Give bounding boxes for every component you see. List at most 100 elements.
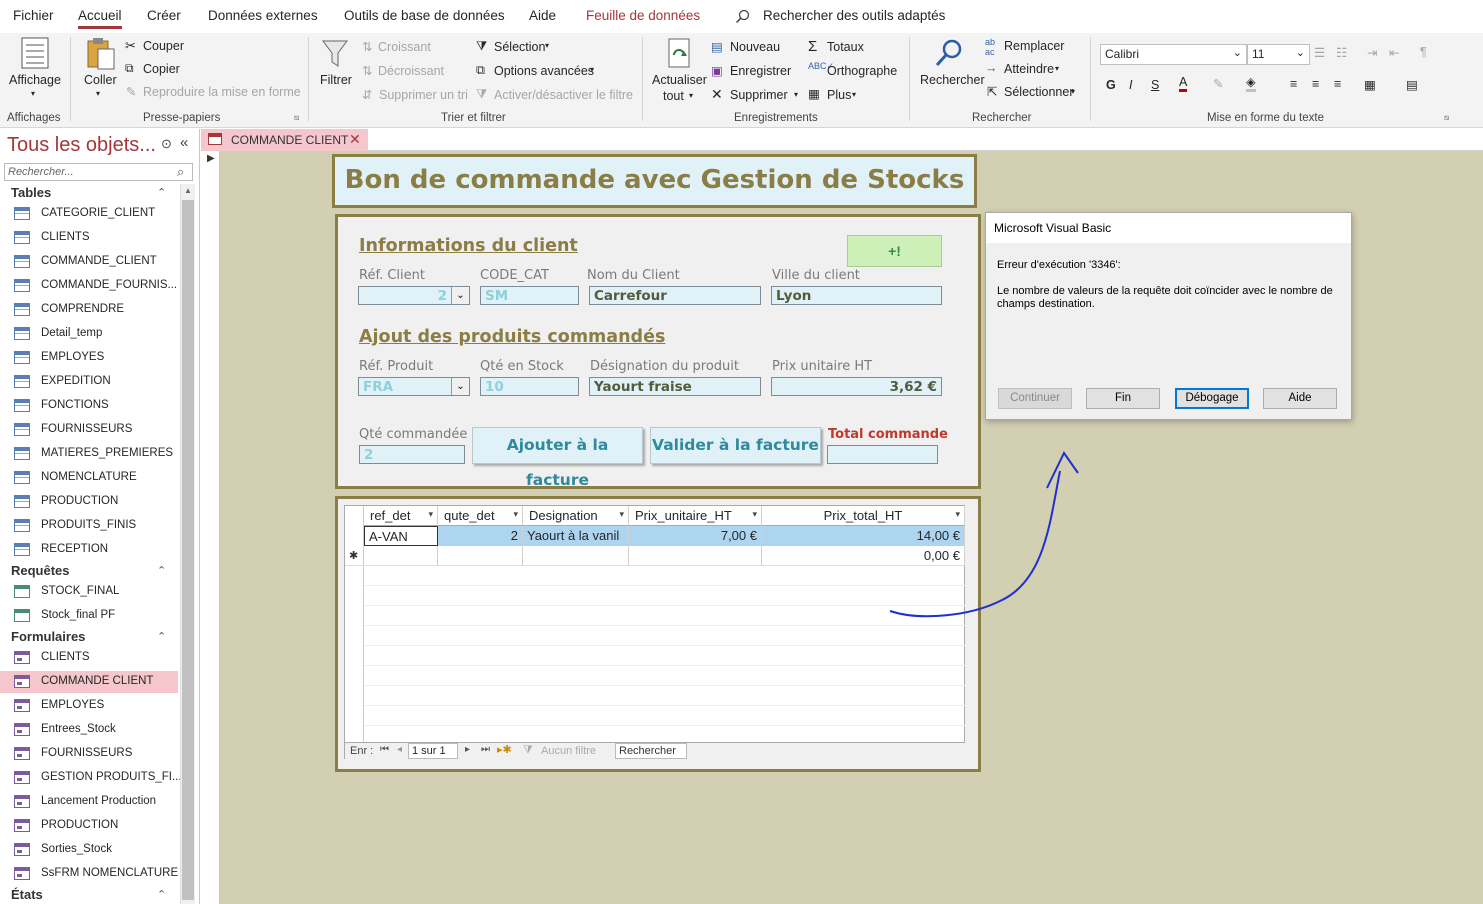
nav-item[interactable]: RECEPTION — [0, 539, 178, 561]
table-cell[interactable] — [364, 546, 438, 566]
indent-icon[interactable]: ⇥ — [1367, 45, 1377, 60]
designation-field[interactable]: Yaourt fraise — [589, 377, 761, 396]
qte-stock-field[interactable]: 10 — [480, 377, 579, 396]
font-size-select[interactable]: 11 ⌄ — [1247, 44, 1310, 65]
nav-item[interactable]: Sorties_Stock — [0, 839, 178, 861]
nav-item[interactable]: COMPRENDRE — [0, 299, 178, 321]
prix-field[interactable]: 3,62 € — [771, 377, 942, 396]
nav-item[interactable]: CATEGORIE_CLIENT — [0, 203, 178, 225]
menu-creer[interactable]: Créer — [147, 8, 181, 23]
debogage-button[interactable]: Débogage — [1175, 388, 1249, 409]
next-record-icon[interactable]: ▸ — [465, 744, 470, 755]
tab-commande-client[interactable]: COMMANDE CLIENT ✕ — [201, 129, 368, 151]
ville-field[interactable]: Lyon — [771, 286, 942, 305]
plus-button[interactable]: Plus — [827, 88, 851, 102]
menu-accueil[interactable]: Accueil — [78, 8, 122, 29]
aide-button[interactable]: Aide — [1263, 388, 1337, 409]
outdent-icon[interactable]: ⇤ — [1389, 45, 1399, 60]
tell-me-search[interactable]: Rechercher des outils adaptés — [763, 8, 945, 23]
menu-feuille-donnees[interactable]: Feuille de données — [586, 8, 700, 23]
affichage-button[interactable]: Affichage — [9, 73, 61, 87]
nav-item[interactable]: PRODUCTION — [0, 491, 178, 513]
croissant-button[interactable]: Croissant — [378, 40, 431, 54]
section-requetes[interactable]: Requêtes — [11, 563, 70, 578]
table-cell[interactable]: A-VAN — [364, 526, 438, 546]
collapse-section-icon[interactable]: ⌃ — [157, 186, 166, 199]
close-tab-icon[interactable]: ✕ — [349, 131, 361, 148]
dialog-launcher-icon[interactable]: ⧅ — [1444, 113, 1449, 123]
no-filter-label[interactable]: Aucun filtre — [541, 745, 596, 757]
datasheet-search-input[interactable]: Rechercher — [615, 743, 687, 759]
nav-menu-icon[interactable]: ⊙ — [161, 136, 172, 152]
dialog-titlebar[interactable]: Microsoft Visual Basic — [986, 213, 1351, 243]
table-cell[interactable]: Yaourt à la vanil — [523, 526, 629, 546]
nav-search-input[interactable]: Rechercher... ⌕ — [4, 163, 193, 181]
activer-filtre-button[interactable]: Activer/désactiver le filtre — [494, 88, 633, 102]
options-avancees-button[interactable]: Options avancées — [494, 64, 594, 78]
continuer-button[interactable]: Continuer — [998, 388, 1072, 409]
nav-scrollbar[interactable]: ▲ — [180, 184, 195, 904]
rechercher-button[interactable]: Rechercher — [920, 73, 985, 87]
nouveau-button[interactable]: Nouveau — [730, 40, 780, 54]
nav-item[interactable]: Detail_temp — [0, 323, 178, 345]
actualiser-tout-label[interactable]: tout — [663, 89, 684, 103]
collapse-pane-icon[interactable]: « — [180, 134, 188, 151]
column-header[interactable]: Prix_unitaire_HT ▾ — [629, 506, 762, 526]
column-filter-icon[interactable]: ▾ — [428, 509, 433, 520]
ref-produit-combo[interactable]: FRA ⌄ — [358, 377, 470, 396]
new-record-row[interactable]: ✱ 0,00 € — [345, 546, 965, 566]
menu-donnees-externes[interactable]: Données externes — [208, 8, 318, 23]
nav-item[interactable]: FONCTIONS — [0, 395, 178, 417]
nav-item[interactable]: NOMENCLATURE — [0, 467, 178, 489]
selectionner-button[interactable]: Sélectionner — [1004, 85, 1074, 99]
column-filter-icon[interactable]: ▾ — [619, 509, 624, 520]
reproduire-button[interactable]: Reproduire la mise en forme — [143, 85, 301, 99]
font-name-select[interactable]: Calibri ⌄ — [1100, 44, 1247, 65]
qte-cmd-field[interactable]: 2 — [359, 445, 465, 464]
column-header[interactable]: Designation ▾ — [523, 506, 629, 526]
nav-item[interactable]: FOURNISSEURS — [0, 419, 178, 441]
column-filter-icon[interactable]: ▾ — [513, 509, 518, 520]
table-cell[interactable] — [438, 546, 523, 566]
align-center-icon[interactable]: ≡ — [1312, 77, 1319, 91]
nav-item[interactable]: EXPEDITION — [0, 371, 178, 393]
nav-item[interactable]: STOCK_FINAL — [0, 581, 178, 603]
collapse-section-icon[interactable]: ⌃ — [157, 630, 166, 643]
table-row[interactable]: A-VAN 2 Yaourt à la vanil 7,00 €14,00 € — [345, 526, 965, 546]
nav-item[interactable]: PRODUITS_FINIS — [0, 515, 178, 537]
paragraph-direction-icon[interactable]: ¶ — [1420, 45, 1427, 59]
new-record-icon[interactable]: ▸✱ — [497, 743, 512, 756]
valider-facture-button[interactable]: Valider à la facture — [650, 427, 821, 464]
chevron-down-icon[interactable]: ⌄ — [451, 378, 469, 395]
nav-scroll-thumb[interactable] — [182, 200, 194, 900]
dialog-launcher-icon[interactable]: ⧅ — [294, 113, 299, 123]
prev-record-icon[interactable]: ◂ — [397, 744, 402, 755]
nav-item[interactable]: COMMANDE_CLIENT — [0, 251, 178, 273]
nav-item[interactable]: GESTION PRODUITS_FI... — [0, 767, 180, 789]
ref-client-combo[interactable]: 2 ⌄ — [358, 286, 470, 305]
scroll-up-icon[interactable]: ▲ — [184, 186, 192, 195]
fin-button[interactable]: Fin — [1086, 388, 1160, 409]
italic-button[interactable]: I — [1129, 78, 1132, 92]
decroissant-button[interactable]: Décroissant — [378, 64, 444, 78]
ajouter-facture-button[interactable]: Ajouter à la facture — [472, 427, 643, 489]
last-record-icon[interactable]: ⏭ — [481, 744, 490, 755]
column-header[interactable]: ref_det ▾ — [364, 506, 438, 526]
nav-item[interactable]: Lancement Production — [0, 791, 178, 813]
code-cat-field[interactable]: SM — [480, 286, 579, 305]
section-tables[interactable]: Tables — [11, 185, 51, 200]
gridlines-icon[interactable]: ▦ — [1364, 77, 1376, 92]
record-position-input[interactable]: 1 sur 1 — [408, 743, 458, 759]
table-cell[interactable] — [629, 546, 762, 566]
column-filter-icon[interactable]: ▾ — [752, 509, 757, 520]
couper-button[interactable]: Couper — [143, 39, 184, 53]
table-cell[interactable] — [523, 546, 629, 566]
collapse-section-icon[interactable]: ⌃ — [157, 564, 166, 577]
nav-item[interactable]: CLIENTS — [0, 227, 178, 249]
table-cell[interactable]: 7,00 € — [629, 526, 762, 546]
atteindre-button[interactable]: Atteindre — [1004, 62, 1054, 76]
plus-button[interactable]: +! — [847, 235, 942, 267]
nav-item[interactable]: CLIENTS — [0, 647, 178, 669]
copier-button[interactable]: Copier — [143, 62, 180, 76]
actualiser-button[interactable]: Actualiser — [652, 73, 707, 87]
